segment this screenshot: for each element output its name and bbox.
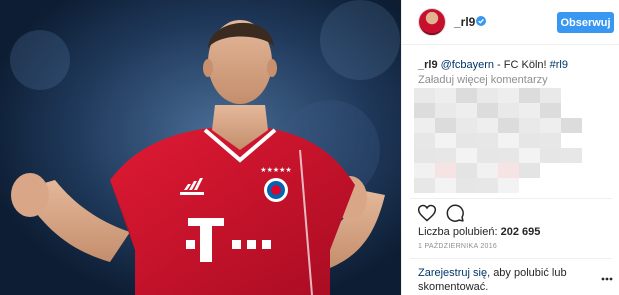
verified-icon <box>476 16 486 26</box>
blur-pixel <box>456 103 477 118</box>
blur-pixel <box>561 118 582 133</box>
blur-pixel <box>498 178 519 193</box>
follow-button[interactable]: Obserwuj <box>557 12 614 33</box>
blur-pixel <box>498 163 519 178</box>
signup-link[interactable]: Zarejestruj się <box>418 267 487 279</box>
blur-pixel <box>498 118 519 133</box>
post-date[interactable]: 1 PAŹDZIERNIKA 2016 <box>418 243 497 250</box>
blur-pixel <box>477 178 498 193</box>
blur-pixel <box>477 133 498 148</box>
blur-pixel <box>498 148 519 163</box>
blur-pixel <box>477 148 498 163</box>
blur-pixel <box>519 148 540 163</box>
blur-pixel <box>435 118 456 133</box>
username-link[interactable]: _rl9 <box>454 15 475 29</box>
blur-pixel <box>477 118 498 133</box>
blur-pixel <box>519 103 540 118</box>
avatar[interactable] <box>418 8 446 36</box>
blurred-comments <box>414 88 594 196</box>
blur-pixel <box>456 178 477 193</box>
blur-pixel <box>519 163 540 178</box>
player-illustration: ★★★★★ <box>0 0 401 295</box>
blur-pixel <box>435 178 456 193</box>
blur-pixel <box>456 148 477 163</box>
likes-count[interactable]: Liczba polubień: 202 695 <box>418 226 540 238</box>
blur-pixel <box>414 103 435 118</box>
caption-text: - FC Köln! <box>494 59 550 71</box>
load-more-comments-link[interactable]: Załaduj więcej komentarzy <box>418 74 548 86</box>
likes-label: Liczba polubień: <box>418 226 498 238</box>
heart-icon[interactable] <box>417 203 437 223</box>
blur-pixel <box>540 148 561 163</box>
blur-pixel <box>414 88 435 103</box>
post-photo[interactable]: ★★★★★ <box>0 0 401 295</box>
blur-pixel <box>540 88 561 103</box>
blur-pixel <box>477 88 498 103</box>
blur-pixel <box>435 163 456 178</box>
caption-username[interactable]: _rl9 <box>418 59 438 71</box>
blur-pixel <box>561 148 582 163</box>
blur-pixel <box>456 88 477 103</box>
blur-pixel <box>414 178 435 193</box>
post-caption: _rl9 @fcbayern - FC Köln! #rl9 <box>418 58 568 72</box>
blur-pixel <box>456 163 477 178</box>
divider <box>410 198 612 199</box>
blur-pixel <box>498 88 519 103</box>
blur-pixel <box>414 148 435 163</box>
blur-pixel <box>540 118 561 133</box>
more-options-icon[interactable] <box>601 276 613 282</box>
blur-pixel <box>435 148 456 163</box>
instagram-post-embed: ★★★★★ _rl9 Obserwuj _rl9 @fcbayern - FC … <box>0 0 619 295</box>
blur-pixel <box>456 118 477 133</box>
blur-pixel <box>435 103 456 118</box>
svg-text:★★★★★: ★★★★★ <box>260 166 291 174</box>
blur-pixel <box>540 133 561 148</box>
divider <box>410 258 612 259</box>
blur-pixel <box>477 103 498 118</box>
blur-pixel <box>456 133 477 148</box>
blur-pixel <box>498 133 519 148</box>
blur-pixel <box>519 88 540 103</box>
blur-pixel <box>519 133 540 148</box>
blur-pixel <box>414 133 435 148</box>
blur-pixel <box>414 118 435 133</box>
caption-mention[interactable]: @fcbayern <box>441 59 494 71</box>
caption-hashtag[interactable]: #rl9 <box>550 59 568 71</box>
post-header: _rl9 Obserwuj <box>402 0 619 45</box>
blur-pixel <box>519 118 540 133</box>
blur-pixel <box>498 103 519 118</box>
likes-number: 202 695 <box>500 226 541 238</box>
blur-pixel <box>435 88 456 103</box>
signup-prompt: Zarejestruj się, aby polubić lub skoment… <box>418 266 588 294</box>
post-sidebar: _rl9 Obserwuj _rl9 @fcbayern - FC Köln! … <box>401 0 619 295</box>
blur-pixel <box>477 163 498 178</box>
blur-pixel <box>540 103 561 118</box>
comment-icon[interactable] <box>445 203 465 223</box>
blur-pixel <box>435 133 456 148</box>
blur-pixel <box>414 163 435 178</box>
